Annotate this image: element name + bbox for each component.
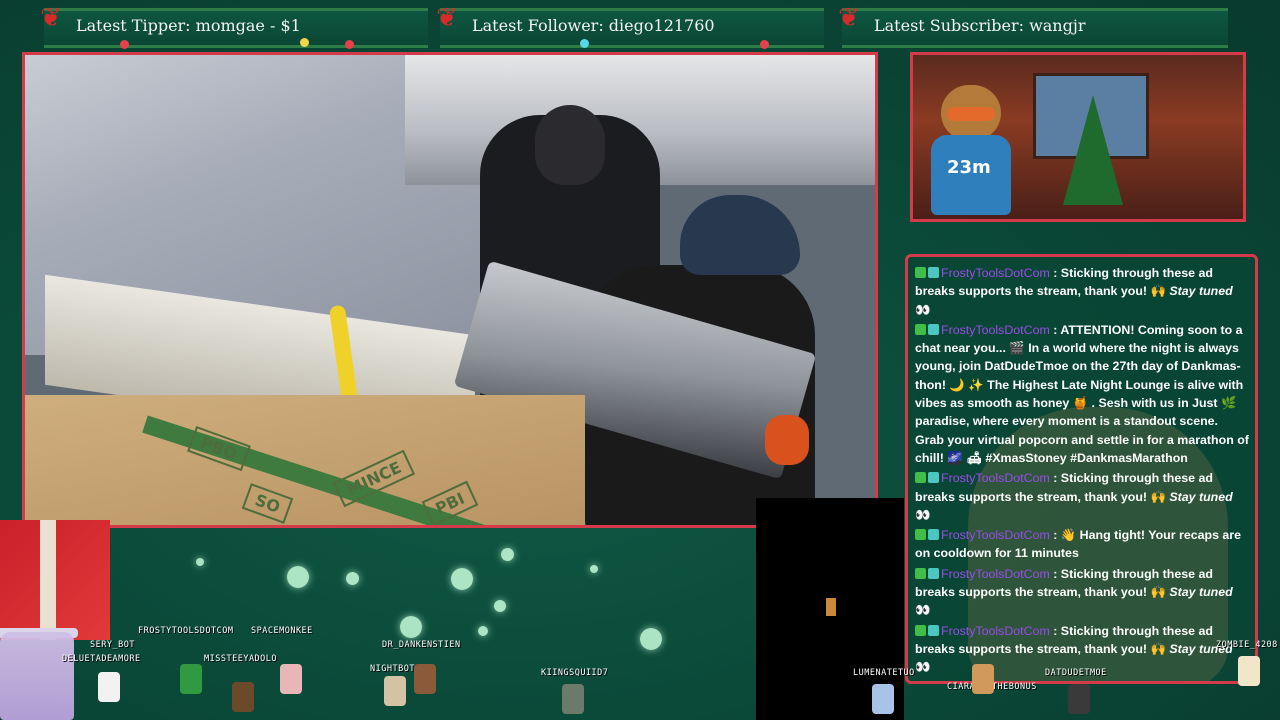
snow-bokeh: [196, 558, 204, 566]
snow-bokeh: [346, 572, 359, 585]
beanie: [535, 105, 605, 185]
bot-badge-icon: [928, 472, 939, 484]
chat-message: FrostyToolsDotCom : Sticking through the…: [915, 264, 1250, 319]
chat-emphasis: Stay tuned: [1169, 489, 1233, 504]
chat-panel[interactable]: FrostyToolsDotCom : Sticking through the…: [905, 254, 1258, 684]
checkmark-badge-icon: [915, 567, 926, 579]
snow-bokeh: [590, 565, 598, 573]
viewer-avatar: [562, 684, 584, 714]
viewer-avatar: [414, 664, 436, 694]
chat-message: FrostyToolsDotCom : Sticking through the…: [915, 469, 1250, 524]
box-label: PBO: [187, 425, 251, 472]
bot-badge-icon: [928, 567, 939, 579]
cap: [680, 195, 800, 275]
latest-tipper-ticker: ❦ Latest Tipper: momgae - $1: [40, 5, 428, 48]
chat-text: : ATTENTION! Coming soon to a chat near …: [915, 322, 1249, 465]
chat-username[interactable]: FrostyToolsDotCom: [941, 471, 1050, 485]
gift-bow-icon: ❦: [838, 3, 860, 33]
string-light-icon: [580, 39, 589, 48]
main-video-frame: PBO SO MINCE PBI: [22, 52, 878, 528]
chat-tail: 👀: [915, 603, 931, 618]
chat-tail: 👀: [915, 660, 931, 675]
gumball-jar: [0, 632, 74, 720]
latest-subscriber-ticker: ❦ Latest Subscriber: wangjr: [838, 5, 1228, 48]
snow-bokeh: [451, 568, 473, 590]
viewer-name: FROSTYTOOLSDOTCOM: [138, 626, 234, 636]
box-label: SO: [241, 483, 294, 524]
snow-bokeh: [478, 626, 488, 636]
viewer-avatar: [280, 664, 302, 694]
snow-bokeh: [494, 600, 506, 612]
checkmark-badge-icon: [915, 267, 926, 278]
chat-messages: FrostyToolsDotCom : Sticking through the…: [915, 264, 1250, 679]
cardboard-box: PBO SO MINCE PBI: [25, 395, 586, 525]
chat-message: FrostyToolsDotCom : Sticking through the…: [915, 565, 1250, 620]
snow-bokeh: [287, 566, 309, 588]
viewer-name: ZOMBIE_4208: [1216, 640, 1278, 650]
viewer-avatar: [180, 664, 202, 694]
orange-glove-right: [765, 415, 809, 465]
viewer-name: SERY_BOT: [90, 640, 135, 650]
viewer-avatar: [232, 682, 254, 712]
viewer-name: DR_DANKENSTIEN: [382, 640, 461, 650]
gift-ribbon-decoration: [40, 520, 56, 640]
latest-tipper-text: Latest Tipper: momgae - $1: [76, 16, 301, 35]
bear-avatar: 23m: [931, 85, 1011, 215]
viewer-name: NIGHTBOT: [370, 664, 415, 674]
snow-bokeh: [400, 616, 422, 638]
bot-badge-icon: [928, 529, 939, 541]
chat-tail: 👀: [915, 507, 931, 522]
viewer-name: MISSTEEYADOLO: [204, 654, 278, 664]
bear-glasses: [947, 107, 995, 121]
viewer-avatar: [384, 676, 406, 706]
chat-username[interactable]: FrostyToolsDotCom: [941, 624, 1050, 638]
viewer-avatar: [1068, 684, 1090, 714]
chat-username[interactable]: FrostyToolsDotCom: [941, 528, 1050, 542]
chat-username[interactable]: FrostyToolsDotCom: [941, 567, 1050, 581]
streamer-cam-frame: 23m: [910, 52, 1246, 222]
viewer-name: DELUETADEAMORE: [62, 654, 141, 664]
checkmark-badge-icon: [915, 472, 926, 484]
gift-bow-icon: ❦: [40, 3, 62, 33]
chat-emphasis: Stay tuned: [1169, 585, 1233, 600]
bot-badge-icon: [928, 323, 939, 335]
chat-username[interactable]: FrostyToolsDotCom: [941, 266, 1050, 280]
snow-bokeh: [640, 628, 662, 650]
viewer-name: KIINGSQUIID7: [541, 668, 609, 678]
latest-follower-text: Latest Follower: diego121760: [472, 16, 715, 35]
viewer-name: SPACEMONKEE: [251, 626, 313, 636]
viewer-avatar: [98, 672, 120, 702]
viewer-avatar: [872, 684, 894, 714]
string-light-icon: [300, 38, 309, 47]
string-light-icon: [120, 40, 129, 49]
viewer-avatar: [1238, 656, 1260, 686]
snow-bokeh: [501, 548, 514, 561]
viewer-name: DATDUDETMOE: [1045, 668, 1107, 678]
string-light-icon: [760, 40, 769, 49]
viewer-avatar: [972, 664, 994, 694]
chat-username[interactable]: FrostyToolsDotCom: [941, 323, 1050, 337]
jersey-timer: 23m: [947, 157, 991, 178]
chat-emphasis: Stay tuned: [1169, 284, 1233, 299]
viewer-name: LUMENATETUO: [853, 668, 915, 678]
chat-tail: 👀: [915, 302, 931, 317]
latest-subscriber-text: Latest Subscriber: wangjr: [874, 16, 1086, 35]
bot-badge-icon: [928, 267, 939, 278]
checkmark-badge-icon: [915, 323, 926, 335]
gift-bow-icon: ❦: [436, 3, 458, 33]
bot-badge-icon: [928, 624, 939, 636]
top-ticker-bar: ❦ Latest Tipper: momgae - $1 ❦ Latest Fo…: [0, 0, 1280, 49]
chat-message: FrostyToolsDotCom : 👋 Hang tight! Your r…: [915, 526, 1250, 563]
checkmark-badge-icon: [915, 624, 926, 636]
chat-message: FrostyToolsDotCom : ATTENTION! Coming so…: [915, 321, 1250, 467]
checkmark-badge-icon: [915, 529, 926, 541]
game-sprite: [826, 598, 836, 616]
string-light-icon: [345, 40, 354, 49]
christmas-tree-icon: [1063, 95, 1123, 205]
